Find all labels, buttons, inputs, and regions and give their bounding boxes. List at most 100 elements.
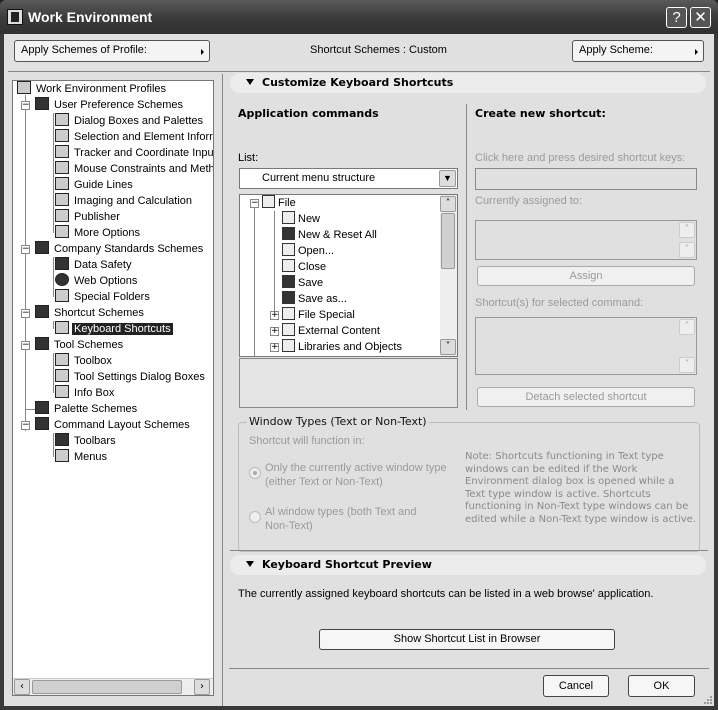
collapse-toggle[interactable]: −	[21, 245, 30, 254]
collapse-toggle[interactable]: −	[250, 199, 259, 208]
tree-item[interactable]: Menus	[55, 449, 109, 465]
vertical-scrollbar[interactable]: ˄ ˅	[440, 195, 457, 356]
scroll-up-button[interactable]: ˄	[679, 222, 695, 238]
collapse-toggle[interactable]: −	[21, 101, 30, 110]
command-item[interactable]: File	[262, 195, 296, 211]
shortcut-keys-input[interactable]	[475, 168, 697, 190]
tree-item[interactable]: Selection and Element Inforr	[55, 129, 213, 145]
tree-item[interactable]: Publisher	[55, 209, 122, 225]
tree-group-palette-schemes[interactable]: Palette Schemes	[35, 401, 139, 417]
expand-toggle[interactable]: +	[270, 311, 279, 320]
close-button[interactable]: ✕	[690, 7, 711, 28]
tree-item-label: Data Safety	[74, 259, 132, 271]
tree-item[interactable]: Imaging and Calculation	[55, 193, 194, 209]
show-shortcut-list-button[interactable]: Show Shortcut List in Browser	[319, 629, 615, 650]
tool-schemes-icon	[35, 337, 49, 350]
radio-active-window-type[interactable]	[249, 467, 261, 479]
tree-item-label: Guide Lines	[74, 179, 133, 191]
tree-line	[53, 353, 54, 393]
customize-section-header[interactable]: Customize Keyboard Shortcuts	[230, 73, 706, 93]
list-select[interactable]: Current menu structure ▼	[239, 168, 458, 189]
command-item[interactable]: Open...	[282, 243, 334, 259]
command-item[interactable]: New	[282, 211, 320, 227]
tree-item-label: Menus	[74, 451, 108, 463]
help-button[interactable]: ?	[666, 7, 687, 28]
command-item[interactable]: External Content	[282, 323, 380, 339]
tree-line	[53, 433, 54, 457]
tree-item[interactable]: Mouse Constraints and Meth	[55, 161, 213, 177]
expand-toggle[interactable]: +	[270, 327, 279, 336]
tree-item[interactable]: Dialog Boxes and Palettes	[55, 113, 205, 129]
tree-group-command-layout[interactable]: Command Layout Schemes	[35, 417, 192, 433]
collapse-toggle[interactable]: −	[21, 309, 30, 318]
expand-toggle[interactable]: +	[270, 343, 279, 352]
scroll-down-button[interactable]: ˅	[440, 339, 456, 355]
tree-item-label: Web Options	[74, 275, 138, 287]
cancel-button[interactable]: Cancel	[543, 675, 609, 697]
tree-group-tool-schemes[interactable]: Tool Schemes	[35, 337, 125, 353]
application-commands-title: Application commands	[238, 107, 379, 120]
collapse-toggle[interactable]: −	[21, 341, 30, 350]
preview-header-label: Keyboard Shortcut Preview	[262, 558, 432, 571]
ok-button[interactable]: OK	[628, 675, 695, 697]
scroll-down-button[interactable]: ˅	[679, 357, 695, 373]
title-bar: Work Environment ? ✕	[0, 0, 718, 34]
tree-group-company-standards[interactable]: Company Standards Schemes	[35, 241, 205, 257]
radio-all-window-types[interactable]	[249, 511, 261, 523]
command-label: Open...	[298, 245, 335, 257]
assign-button[interactable]: Assign	[477, 266, 695, 286]
tree-item[interactable]: Web Options	[55, 273, 139, 289]
chevron-down-icon[interactable]: ▼	[439, 170, 456, 187]
command-item[interactable]: Libraries and Objects	[282, 339, 402, 355]
tree-group-shortcut-schemes[interactable]: Shortcut Schemes	[35, 305, 146, 321]
tree-item-label: Imaging and Calculation	[74, 195, 193, 207]
tree-item[interactable]: Toolbox	[55, 353, 114, 369]
commands-tree[interactable]: − File New New & Reset All Open... Close…	[239, 194, 458, 357]
resize-grip-icon[interactable]	[703, 695, 713, 705]
tree-item[interactable]: Guide Lines	[55, 177, 135, 193]
tree-item[interactable]: Tool Settings Dialog Boxes	[55, 369, 207, 385]
command-label: Close	[298, 261, 327, 273]
collapse-toggle[interactable]: −	[21, 421, 30, 430]
scroll-up-button[interactable]: ˄	[679, 319, 695, 335]
scroll-right-button[interactable]: ›	[194, 679, 210, 695]
dialog-boxes-icon	[55, 113, 69, 126]
scroll-left-button[interactable]: ‹	[14, 679, 30, 695]
command-item[interactable]: File Special	[282, 307, 355, 323]
tree-group-label: User Preference Schemes	[54, 99, 183, 111]
tree-group-user-preference[interactable]: User Preference Schemes	[35, 97, 185, 113]
scroll-up-button[interactable]: ˄	[440, 196, 456, 212]
command-item[interactable]: Save	[282, 275, 323, 291]
tree-item[interactable]: Data Safety	[55, 257, 133, 273]
tree-item[interactable]: Toolbars	[55, 433, 118, 449]
apply-profile-button[interactable]: Apply Schemes of Profile:	[14, 40, 210, 62]
detach-shortcut-button[interactable]: Detach selected shortcut	[477, 387, 695, 407]
arrow-right-icon	[201, 49, 204, 55]
tree-item[interactable]: Special Folders	[55, 289, 152, 305]
scroll-thumb[interactable]	[32, 680, 182, 694]
apply-scheme-button[interactable]: Apply Scheme:	[572, 40, 704, 62]
scroll-thumb[interactable]	[441, 213, 455, 269]
preview-description: The currently assigned keyboard shortcut…	[238, 588, 654, 600]
assigned-to-list[interactable]: ˄ ˅	[475, 220, 697, 260]
tool-settings-icon	[55, 369, 69, 382]
profiles-icon	[17, 81, 31, 94]
shortcuts-for-command-label: Shortcut(s) for selected command:	[475, 297, 644, 309]
command-label: External Content	[298, 325, 380, 337]
divider	[8, 71, 710, 72]
tree-item-keyboard-shortcuts[interactable]: Keyboard Shortcuts	[55, 321, 173, 337]
profiles-tree[interactable]: Work Environment Profiles − User Prefere…	[12, 80, 214, 696]
tree-root[interactable]: Work Environment Profiles	[17, 81, 168, 97]
scroll-down-button[interactable]: ˅	[679, 242, 695, 258]
shortcuts-list[interactable]: ˄ ˅	[475, 317, 697, 375]
command-item[interactable]: Close	[282, 259, 326, 275]
assigned-to-label: Currently assigned to:	[475, 195, 582, 207]
preview-section-header[interactable]: Keyboard Shortcut Preview	[230, 555, 706, 575]
tree-item[interactable]: Tracker and Coordinate Inpu	[55, 145, 213, 161]
command-item[interactable]: New & Reset All	[282, 227, 377, 243]
horizontal-scrollbar[interactable]: ‹ ›	[13, 678, 213, 695]
command-item[interactable]: Save as...	[282, 291, 347, 307]
tree-item[interactable]: More Options	[55, 225, 142, 241]
tree-item[interactable]: Info Box	[55, 385, 116, 401]
special-folders-icon	[55, 289, 69, 302]
